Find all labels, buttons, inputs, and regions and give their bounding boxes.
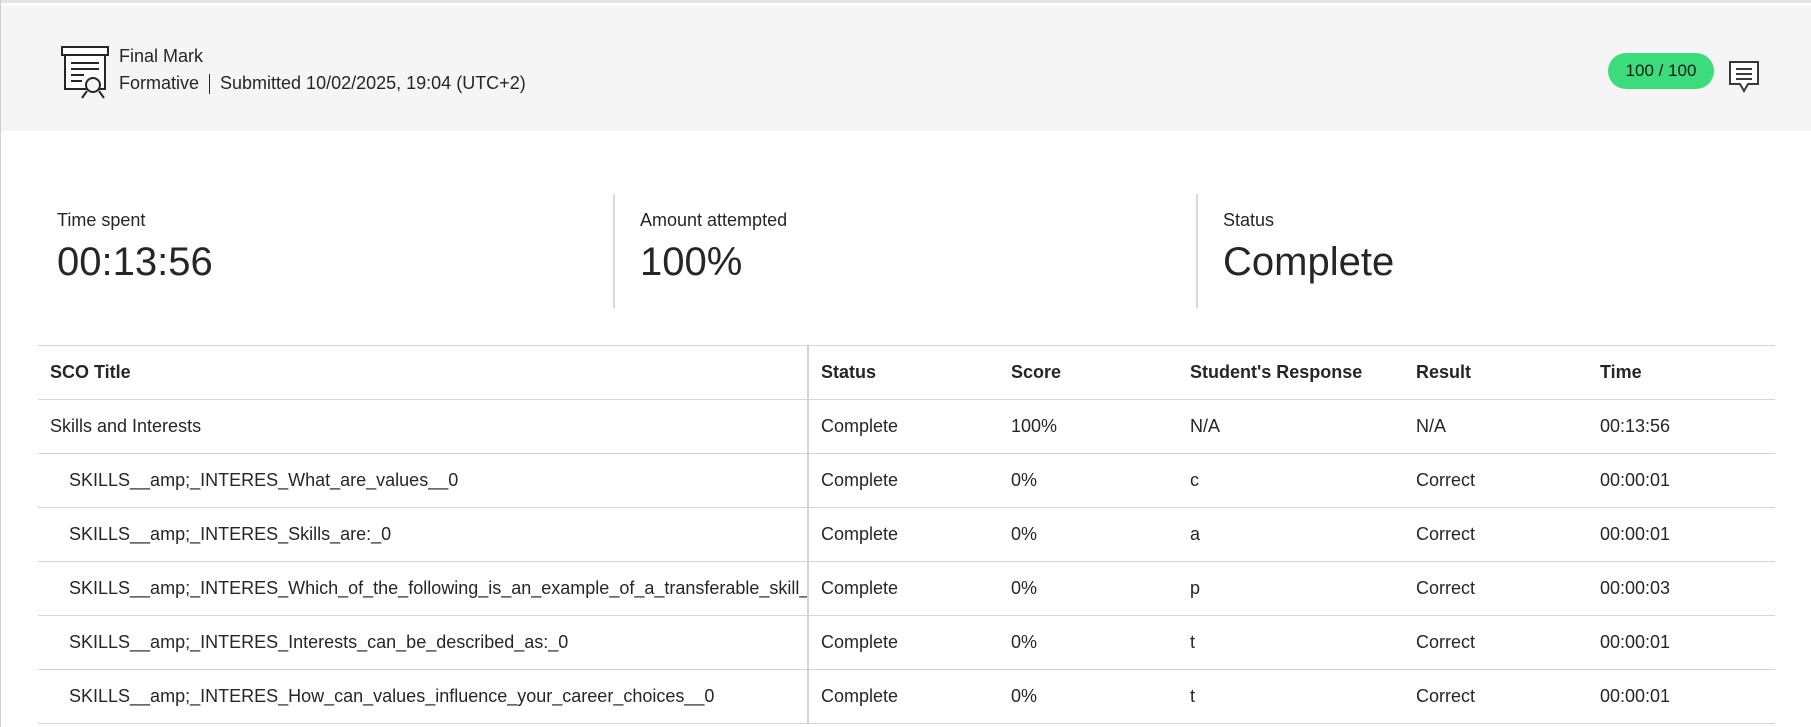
column-header: Time [1588,345,1775,400]
sco-time: 00:00:01 [1588,453,1775,508]
sco-result: Correct [1404,561,1588,616]
table-row: SKILLS__amp;_INTERES_How_can_values_infl… [38,669,1775,724]
submission-info: Formative Submitted 10/02/2025, 19:04 (U… [119,73,526,94]
sco-status: Complete [808,507,999,562]
sco-time: 00:00:01 [1588,507,1775,562]
sco-result: Correct [1404,615,1588,670]
stat-value: 00:13:56 [57,240,213,284]
sco-title: SKILLS__amp;_INTERES_What_are_values__0 [38,453,809,508]
sco-status: Complete [808,669,999,724]
table-header-row: SCO Title Status Score Student's Respons… [38,345,1775,400]
stat-divider [1196,194,1198,308]
stat-value: Complete [1223,240,1395,284]
sco-results-table: SCO Title Status Score Student's Respons… [38,345,1775,724]
grade-badge: 100 / 100 [1608,53,1714,89]
table-row: Skills and Interests Complete 100% N/A N… [38,399,1775,454]
sco-time: 00:00:01 [1588,669,1775,724]
table-row: SKILLS__amp;_INTERES_What_are_values__0 … [38,453,1775,508]
column-header: Result [1404,345,1588,400]
column-header: Status [808,345,999,400]
sco-result: Correct [1404,507,1588,562]
sco-response: N/A [1178,399,1404,454]
table-row: SKILLS__amp;_INTERES_Which_of_the_follow… [38,561,1775,616]
sco-time: 00:00:03 [1588,561,1775,616]
stat-label: Amount attempted [640,210,788,230]
sco-response: p [1178,561,1404,616]
column-header: Student's Response [1178,345,1404,400]
sco-score: 0% [999,561,1178,616]
feedback-icon[interactable] [1728,60,1760,94]
sco-score: 0% [999,615,1178,670]
column-header: Score [999,345,1178,400]
sco-score: 0% [999,453,1178,508]
sco-response: t [1178,669,1404,724]
sco-result: Correct [1404,453,1588,508]
top-strip [0,0,1811,3]
sco-title: SKILLS__amp;_INTERES_Skills_are:_0 [38,507,809,562]
page-title: Final Mark [119,46,204,66]
sco-score: 0% [999,507,1178,562]
sco-time: 00:13:56 [1588,399,1775,454]
certificate-icon [61,46,109,99]
table-row: SKILLS__amp;_INTERES_Interests_can_be_de… [38,615,1775,670]
divider [209,73,211,94]
sco-score: 0% [999,669,1178,724]
sco-result: Correct [1404,669,1588,724]
sco-title: SKILLS__amp;_INTERES_How_can_values_infl… [38,669,809,724]
sco-status: Complete [808,561,999,616]
sco-title: SKILLS__amp;_INTERES_Interests_can_be_de… [38,615,809,670]
sco-title: SKILLS__amp;_INTERES_Which_of_the_follow… [38,561,809,616]
sco-status: Complete [808,399,999,454]
grade-header: Final Mark Formative Submitted 10/02/202… [1,6,1811,131]
stat-label: Status [1223,210,1275,230]
sco-title: Skills and Interests [38,399,809,454]
sco-status: Complete [808,615,999,670]
stat-label: Time spent [57,210,146,230]
sco-score: 100% [999,399,1178,454]
sco-time: 00:00:01 [1588,615,1775,670]
sco-status: Complete [808,453,999,508]
sco-result: N/A [1404,399,1588,454]
sco-response: t [1178,615,1404,670]
assessment-type: Formative [119,73,200,93]
sco-response: c [1178,453,1404,508]
stat-divider [613,194,615,308]
submitted-date: Submitted 10/02/2025, 19:04 (UTC+2) [220,73,526,93]
table-row: SKILLS__amp;_INTERES_Skills_are:_0 Compl… [38,507,1775,562]
stat-value: 100% [640,240,743,284]
sco-response: a [1178,507,1404,562]
column-header: SCO Title [38,345,809,400]
